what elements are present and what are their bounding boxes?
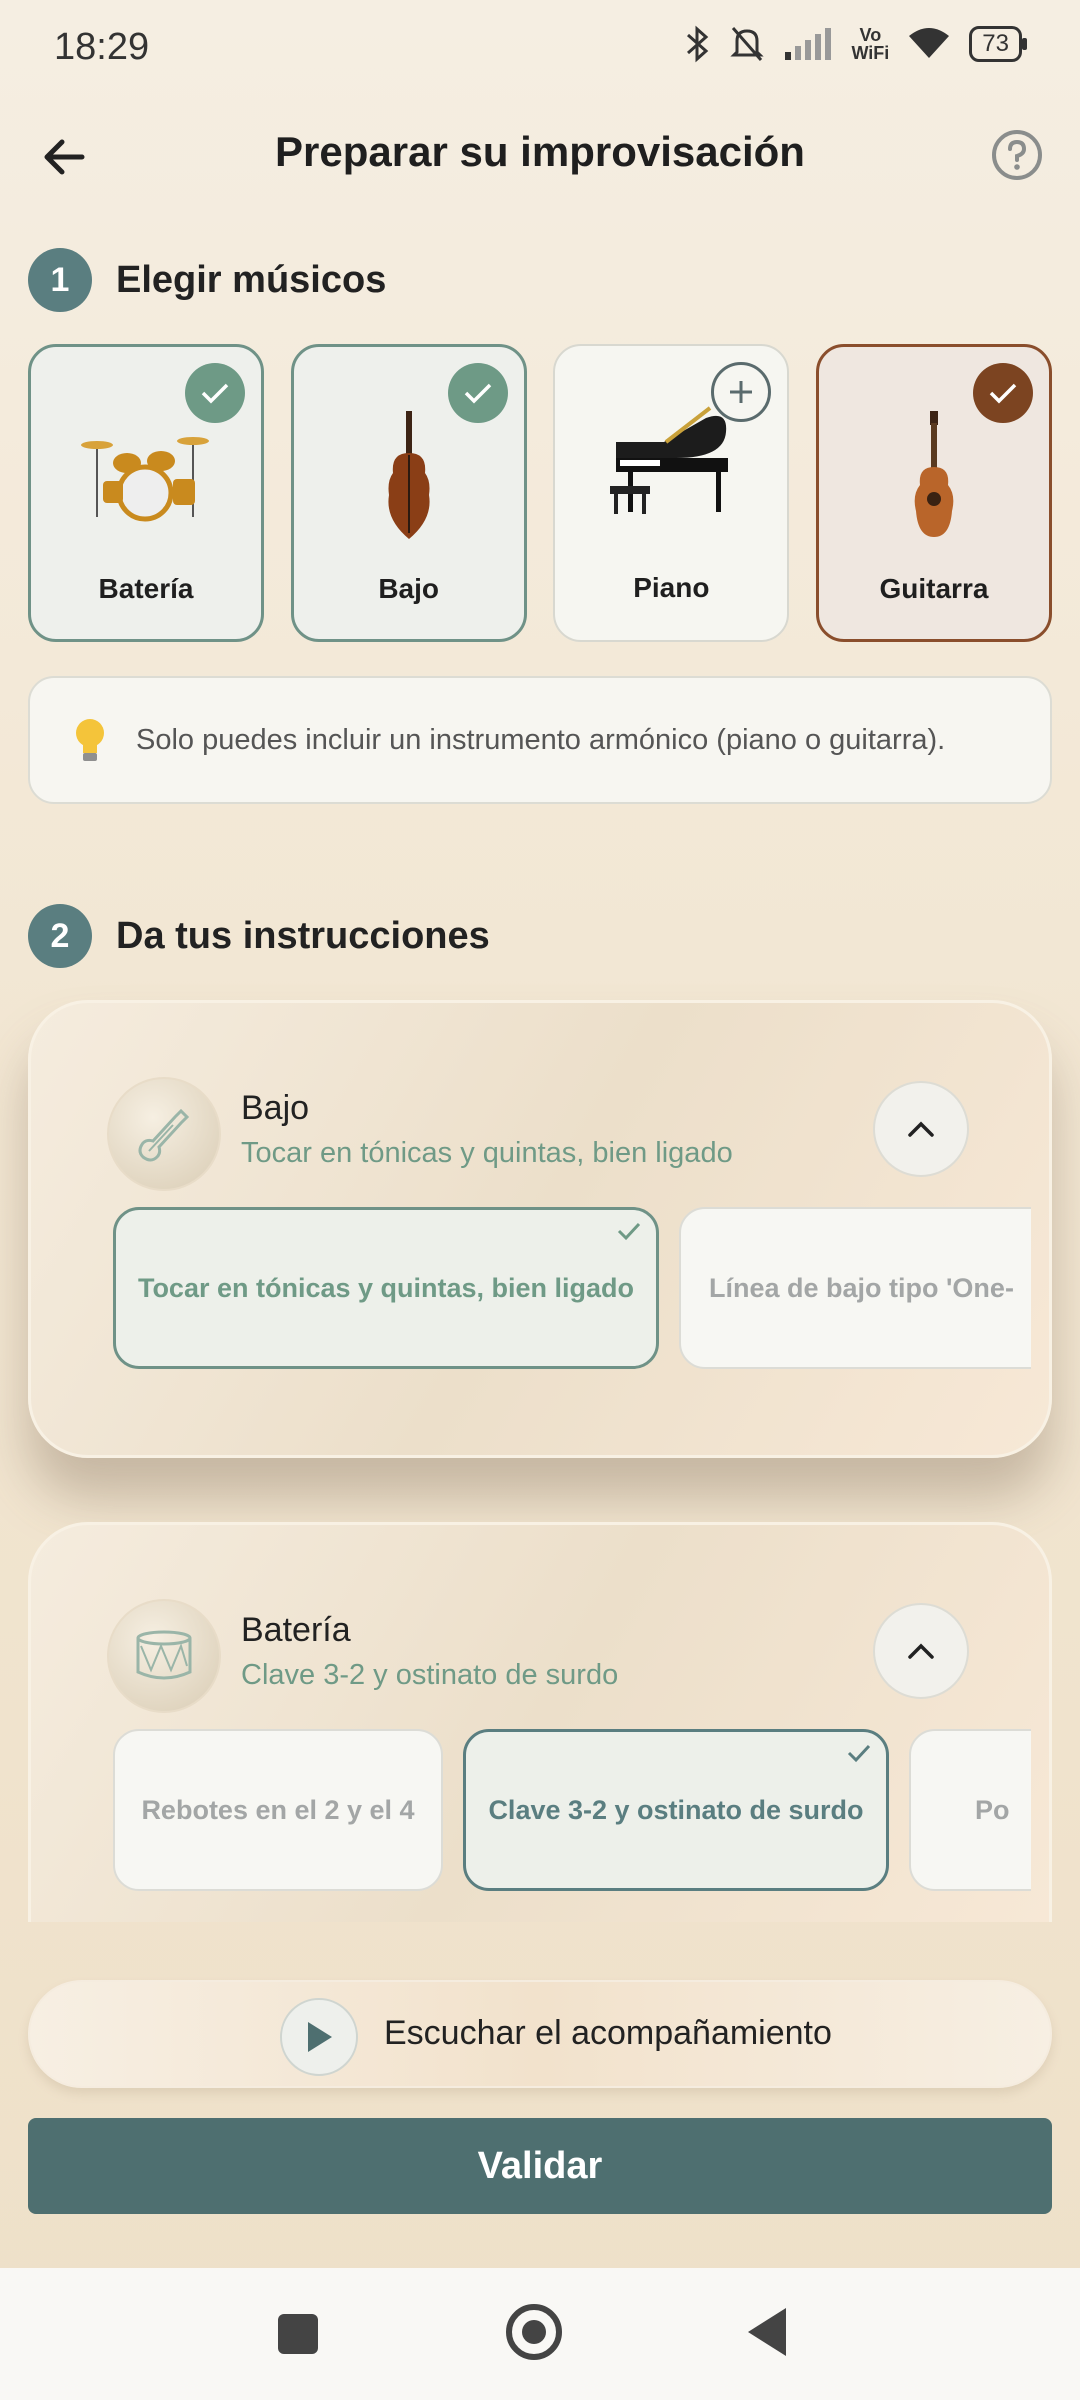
listen-label: Escuchar el acompañamiento <box>384 2014 832 2052</box>
bell-muted-icon <box>730 27 765 61</box>
instrument-label: Bajo <box>378 573 439 604</box>
grand-piano-image <box>555 406 787 536</box>
listen-accompaniment-button[interactable]: Escuchar el acompañamiento <box>28 1980 1052 2088</box>
bass-guitar-icon <box>107 1077 221 1191</box>
status-time: 18:29 <box>54 26 150 68</box>
collapse-button[interactable] <box>873 1081 969 1177</box>
back-triangle-icon[interactable] <box>748 2308 786 2356</box>
drum-icon <box>107 1599 221 1713</box>
instruction-option[interactable]: Línea de bajo tipo 'One- <box>679 1207 1031 1369</box>
instrument-label: Piano <box>633 572 710 603</box>
drum-kit-image <box>31 417 261 537</box>
instrument-label: Guitarra <box>879 573 989 604</box>
section-instructions-header: 2 Da tus instrucciones <box>28 904 490 968</box>
collapse-button[interactable] <box>873 1603 969 1699</box>
instrument-card-drums[interactable]: Batería <box>28 344 264 642</box>
section-title: Da tus instrucciones <box>116 914 490 957</box>
instruction-options: Tocar en tónicas y quintas, bien ligado … <box>113 1207 1031 1373</box>
instruction-option-selected[interactable]: Tocar en tónicas y quintas, bien ligado <box>113 1207 659 1369</box>
top-app-bar: Preparar su improvisación <box>0 100 1080 212</box>
instrument-card-bass[interactable]: Bajo <box>290 344 527 642</box>
lightbulb-icon <box>76 719 104 761</box>
instrument-card-guitar[interactable]: Guitarra <box>815 344 1052 642</box>
bluetooth-icon <box>687 25 709 63</box>
system-nav-bar <box>0 2268 1080 2400</box>
instruction-panel-drums: Batería Clave 3-2 y ostinato de surdo Re… <box>28 1522 1052 1922</box>
battery-indicator: 73 <box>969 26 1027 62</box>
section-choose-musicians-header: 1 Elegir músicos <box>28 248 386 312</box>
help-icon[interactable] <box>990 128 1044 182</box>
play-icon <box>280 1998 358 2076</box>
double-bass-image <box>294 411 524 539</box>
guitar-image <box>819 411 1049 537</box>
home-icon[interactable] <box>506 2304 562 2360</box>
chevron-up-icon <box>908 1121 934 1137</box>
instrument-label: Batería <box>98 573 194 604</box>
check-icon <box>447 363 508 423</box>
instrument-cards: Batería Bajo Piano Guitarra <box>28 344 1052 646</box>
tip-text: Solo puedes incluir un instrumento armón… <box>136 723 946 756</box>
section-title: Elegir músicos <box>116 258 387 301</box>
panel-selected-instruction: Clave 3-2 y ostinato de surdo <box>241 1659 619 1691</box>
instruction-option-selected[interactable]: Clave 3-2 y ostinato de surdo <box>463 1729 889 1891</box>
info-tip: Solo puedes incluir un instrumento armón… <box>28 676 1052 804</box>
panel-title: Batería <box>241 1611 351 1649</box>
step-number: 1 <box>28 248 92 312</box>
check-icon <box>185 363 245 423</box>
step-number: 2 <box>28 904 92 968</box>
check-icon <box>847 1744 871 1763</box>
instruction-option[interactable]: Po <box>909 1729 1031 1891</box>
status-icons: Vo WiFi 73 <box>685 24 1027 64</box>
page-title: Preparar su improvisación <box>275 128 805 175</box>
signal-icon <box>785 28 832 60</box>
vowifi-icon: Vo WiFi <box>851 25 890 63</box>
wifi-icon <box>909 28 950 58</box>
status-bar: 18:29 Vo WiFi 73 <box>0 0 1080 96</box>
instruction-options: Rebotes en el 2 y el 4 Clave 3-2 y ostin… <box>113 1729 1031 1895</box>
instruction-panel-bass: Bajo Tocar en tónicas y quintas, bien li… <box>28 1000 1052 1458</box>
panel-selected-instruction: Tocar en tónicas y quintas, bien ligado <box>241 1137 733 1169</box>
check-icon <box>972 363 1033 423</box>
instruction-option[interactable]: Rebotes en el 2 y el 4 <box>113 1729 443 1891</box>
check-icon <box>617 1222 641 1241</box>
panel-title: Bajo <box>241 1089 310 1127</box>
validate-button[interactable]: Validar <box>28 2118 1052 2214</box>
chevron-up-icon <box>908 1643 934 1659</box>
instrument-card-piano[interactable]: Piano <box>553 344 790 642</box>
recents-icon[interactable] <box>278 2314 318 2354</box>
